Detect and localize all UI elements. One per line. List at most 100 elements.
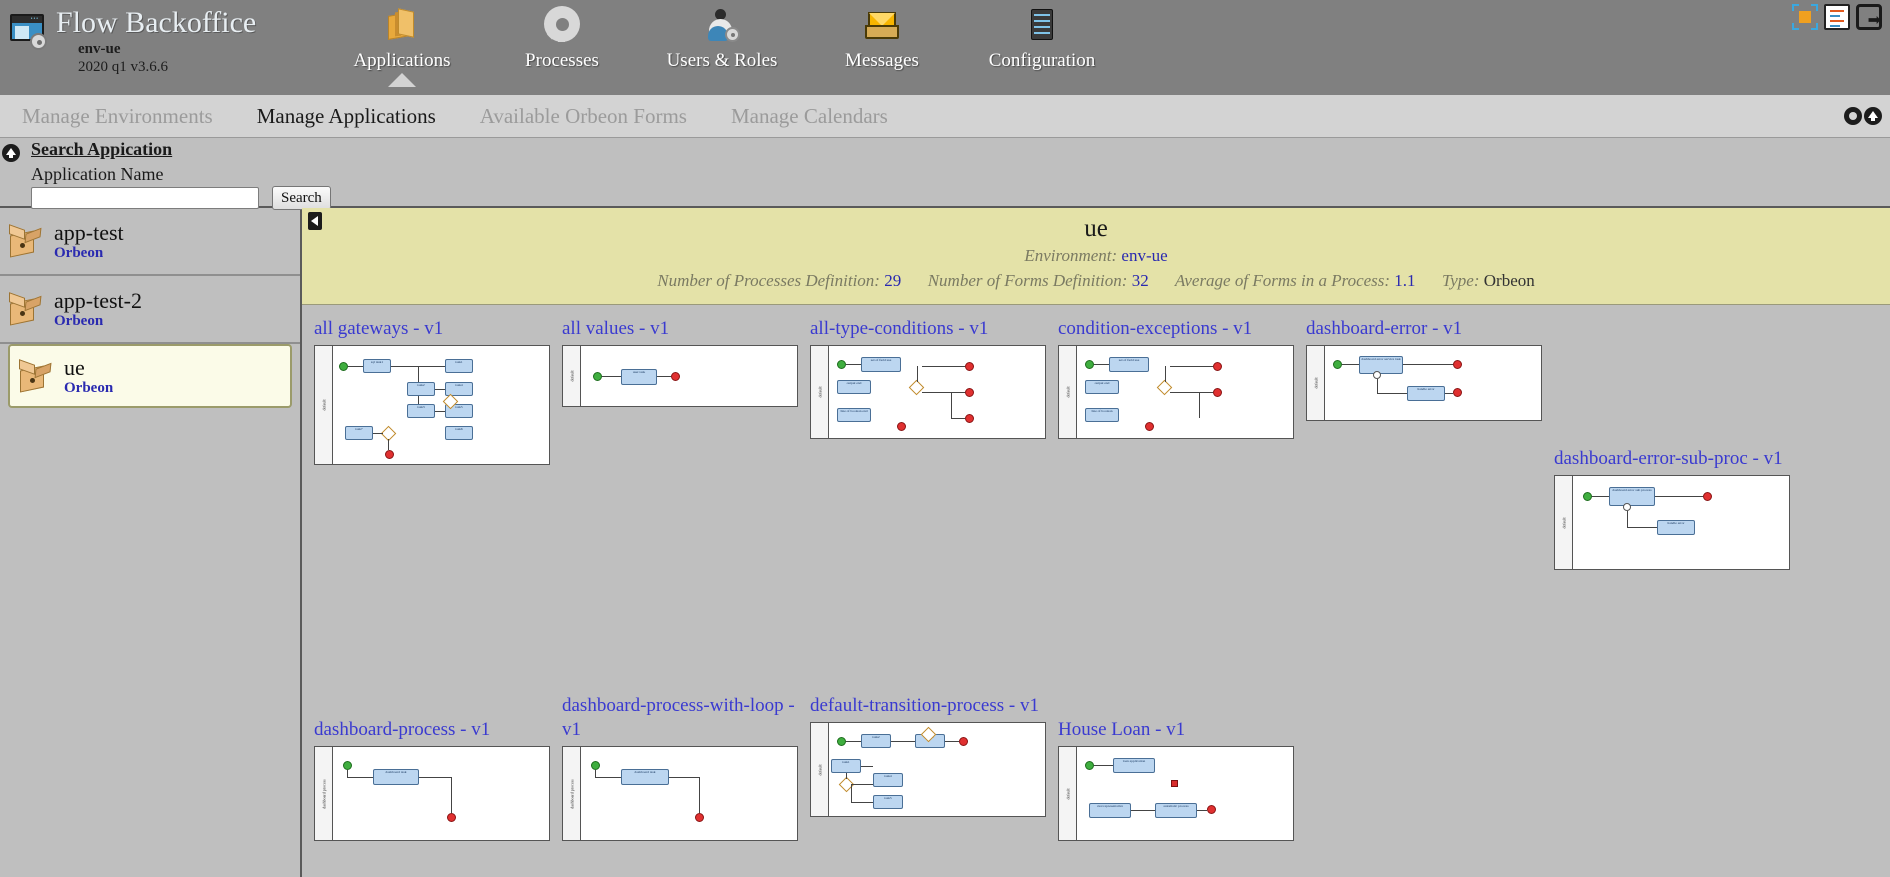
process-diagram-thumbnail[interactable]: default dashboard error sub process hand… bbox=[1554, 475, 1790, 570]
environment-info: Environment: env-ue bbox=[302, 244, 1890, 268]
diagram-lane-label: default bbox=[1065, 787, 1070, 800]
search-panel-toggle-icon[interactable] bbox=[2, 144, 20, 162]
diagram-lane-label: dashboard process bbox=[569, 778, 574, 809]
diagram-lane: default bbox=[811, 723, 829, 816]
process-card[interactable]: default-transition-process - v1 default … bbox=[804, 690, 1052, 855]
diagram-lane-label: default bbox=[569, 370, 574, 382]
diagram-lane: dashboard process bbox=[315, 747, 333, 840]
mail-tray-icon bbox=[802, 4, 962, 46]
sidebar-item-app-test[interactable]: app-test Orbeon bbox=[0, 208, 300, 276]
process-card[interactable]: dashboard-error - v1 default dashboard e… bbox=[1300, 313, 1548, 584]
stat-label-processes: Number of Processes Definition: bbox=[657, 271, 880, 290]
package-open-icon bbox=[6, 291, 46, 327]
process-card[interactable]: dashboard-process - v1 dashboard process… bbox=[308, 714, 556, 855]
process-card-title[interactable]: dashboard-process-with-loop - v1 bbox=[562, 694, 798, 742]
logout-icon[interactable]: ➡ bbox=[1856, 4, 1882, 30]
subnav-actions bbox=[1844, 107, 1882, 125]
application-type: Orbeon bbox=[64, 379, 114, 396]
process-card[interactable]: all values - v1 default user task bbox=[556, 313, 804, 584]
diagram-lane-label: default bbox=[1313, 377, 1318, 389]
diagram-lane-label: default bbox=[1561, 516, 1566, 529]
diagram-lane: default bbox=[563, 346, 581, 406]
sidebar-item-app-test-2[interactable]: app-test-2 Orbeon bbox=[0, 276, 300, 344]
active-nav-caret bbox=[388, 73, 416, 87]
process-card[interactable]: House Loan - v1 default loan application… bbox=[1052, 714, 1300, 855]
diagram-lane: default bbox=[1307, 346, 1325, 420]
app-logo-icon: ••• bbox=[8, 12, 48, 50]
sub-navigation: Manage Environments Manage Applications … bbox=[0, 95, 1890, 138]
brand: ••• Flow Backoffice env-ue 2020 q1 v3.6.… bbox=[0, 0, 300, 76]
process-diagram-thumbnail[interactable]: dashboard process dashboard task bbox=[314, 746, 550, 841]
process-diagram-thumbnail[interactable]: default set of field use output end line… bbox=[810, 345, 1046, 439]
process-diagram-thumbnail[interactable]: default set of field use output end line… bbox=[1058, 345, 1294, 439]
diagram-lane-label: default bbox=[817, 386, 822, 398]
process-diagram-thumbnail[interactable]: dashboard process dashboard task bbox=[562, 746, 798, 841]
diagram-lane-label: default bbox=[1065, 386, 1070, 398]
process-document-icon[interactable] bbox=[1824, 4, 1850, 30]
application-detail-panel: ue Environment: env-ue Number of Process… bbox=[302, 208, 1890, 877]
application-name: ue bbox=[64, 354, 85, 380]
search-button[interactable]: Search bbox=[272, 186, 331, 210]
process-card[interactable]: dashboard-process-with-loop - v1 dashboa… bbox=[556, 690, 804, 855]
nav-label-processes: Processes bbox=[525, 50, 599, 71]
process-card-title[interactable]: dashboard-error-sub-proc - v1 bbox=[1554, 447, 1790, 471]
search-panel: Search Appication Application Name Searc… bbox=[0, 138, 1890, 210]
collapse-left-icon[interactable] bbox=[308, 212, 322, 230]
app-environment: env-ue bbox=[78, 41, 121, 57]
process-card-title[interactable]: condition-exceptions - v1 bbox=[1058, 317, 1294, 341]
diagram-lane: default bbox=[1059, 747, 1077, 840]
gear-icon bbox=[482, 4, 642, 46]
nav-label-users-roles: Users & Roles bbox=[666, 50, 778, 71]
process-cards-grid: all gateways - v1 default sql task1 task… bbox=[302, 305, 1890, 855]
application-type: Orbeon bbox=[54, 244, 104, 261]
process-diagram-thumbnail[interactable]: default sql task1 task1 task2 task3 task… bbox=[314, 345, 550, 465]
nav-item-processes[interactable]: Processes bbox=[482, 0, 642, 72]
process-diagram-thumbnail[interactable]: default user task bbox=[562, 345, 798, 407]
app-header: ••• Flow Backoffice env-ue 2020 q1 v3.6.… bbox=[0, 0, 1890, 95]
subnav-item-manage-applications[interactable]: Manage Applications bbox=[235, 104, 458, 129]
stat-label-type: Type: bbox=[1442, 271, 1480, 290]
subnav-item-manage-environments[interactable]: Manage Environments bbox=[0, 104, 235, 129]
sidebar-item-ue[interactable]: ue Orbeon bbox=[8, 344, 292, 408]
process-card-title[interactable]: all-type-conditions - v1 bbox=[810, 317, 1046, 341]
process-card-title[interactable]: all gateways - v1 bbox=[314, 317, 550, 341]
collapse-up-icon[interactable] bbox=[1864, 107, 1882, 125]
process-card[interactable]: all gateways - v1 default sql task1 task… bbox=[308, 313, 556, 584]
nav-item-configuration[interactable]: Configuration bbox=[962, 0, 1122, 72]
nav-item-applications[interactable]: Applications bbox=[322, 0, 482, 87]
search-panel-title[interactable]: Search Appication bbox=[31, 139, 172, 160]
stat-value-type: Orbeon bbox=[1483, 271, 1535, 290]
user-gear-icon bbox=[642, 4, 802, 46]
process-card-title[interactable]: default-transition-process - v1 bbox=[810, 694, 1046, 718]
package-box-icon bbox=[322, 4, 482, 46]
process-diagram-thumbnail[interactable]: default dashboard error service task han… bbox=[1306, 345, 1542, 421]
diagram-lane: default bbox=[1555, 476, 1573, 569]
process-card-title[interactable]: all values - v1 bbox=[562, 317, 798, 341]
process-card-title[interactable]: dashboard-error - v1 bbox=[1306, 317, 1542, 341]
stat-value-processes: 29 bbox=[884, 271, 902, 290]
help-icon[interactable] bbox=[1844, 107, 1862, 125]
process-card-title[interactable]: dashboard-process - v1 bbox=[314, 718, 550, 742]
nav-label-applications: Applications bbox=[353, 50, 451, 71]
process-card[interactable]: dashboard-error-sub-proc - v1 default da… bbox=[1548, 443, 1796, 584]
application-name-input[interactable] bbox=[31, 187, 259, 209]
diagram-lane: default bbox=[315, 346, 333, 464]
stat-value-average: 1.1 bbox=[1394, 271, 1416, 290]
application-name-label: Application Name bbox=[31, 164, 164, 184]
diagram-lane: default bbox=[1059, 346, 1077, 438]
process-card[interactable]: condition-exceptions - v1 default set of… bbox=[1052, 313, 1300, 584]
application-list-sidebar: app-test Orbeon app-test-2 Orbeon ue Orb… bbox=[0, 208, 302, 877]
package-open-icon bbox=[16, 358, 56, 394]
subnav-item-manage-calendars[interactable]: Manage Calendars bbox=[709, 104, 910, 129]
stat-label-average: Average of Forms in a Process: bbox=[1174, 271, 1391, 290]
fullscreen-frame-icon[interactable] bbox=[1792, 4, 1818, 30]
nav-item-users-roles[interactable]: Users & Roles bbox=[642, 0, 802, 72]
application-info-banner: ue Environment: env-ue Number of Process… bbox=[302, 208, 1890, 305]
subnav-item-available-orbeon-forms[interactable]: Available Orbeon Forms bbox=[458, 104, 709, 129]
process-card-title[interactable]: House Loan - v1 bbox=[1058, 718, 1294, 742]
nav-item-messages[interactable]: Messages bbox=[802, 0, 962, 72]
process-diagram-thumbnail[interactable]: default loan application cust representa… bbox=[1058, 746, 1294, 841]
diagram-lane: dashboard process bbox=[563, 747, 581, 840]
process-card[interactable]: all-type-conditions - v1 default set of … bbox=[804, 313, 1052, 584]
process-diagram-thumbnail[interactable]: default task2 task3 task1 task4 task5 bbox=[810, 722, 1046, 817]
